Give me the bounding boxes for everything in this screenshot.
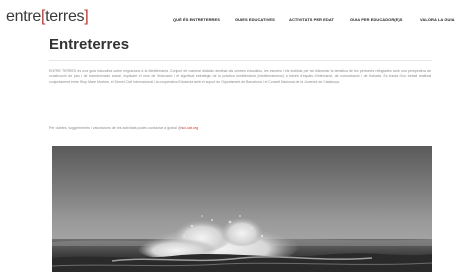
nav-item-activitats-per-edat[interactable]: ACTIVITATS PER EDAT — [289, 17, 334, 22]
page-title: Entreterres — [49, 36, 130, 53]
site-header: entre[terres] QUÈ ÉS ENTRETERRES GUIES E… — [0, 0, 469, 30]
title-divider — [49, 60, 432, 61]
hero-image — [52, 146, 432, 272]
contact-text: Per dubtes, suggeriments i valoracions d… — [49, 126, 182, 130]
nav-item-guies-educatives[interactable]: GUIES EDUCATIVES — [235, 17, 275, 22]
nav-item-que-es-entreterres[interactable]: QUÈ ÉS ENTRETERRES — [173, 17, 220, 22]
sea-wave-photo-icon — [52, 146, 432, 272]
intro-paragraph: ENTRE TERRES és una guia educativa sobre… — [49, 69, 431, 84]
contact-email-link[interactable]: sci-cat.org — [182, 126, 199, 130]
nav-item-guia-per-educadors[interactable]: GUIA PER EDUCADOR(E)S — [350, 17, 402, 22]
main-nav: QUÈ ÉS ENTRETERRES GUIES EDUCATIVES ACTI… — [0, 17, 469, 25]
nav-item-valora-la-guia[interactable]: VALORA LA GUIA — [420, 17, 455, 22]
contact-paragraph: Per dubtes, suggeriments i valoracions d… — [49, 126, 431, 131]
